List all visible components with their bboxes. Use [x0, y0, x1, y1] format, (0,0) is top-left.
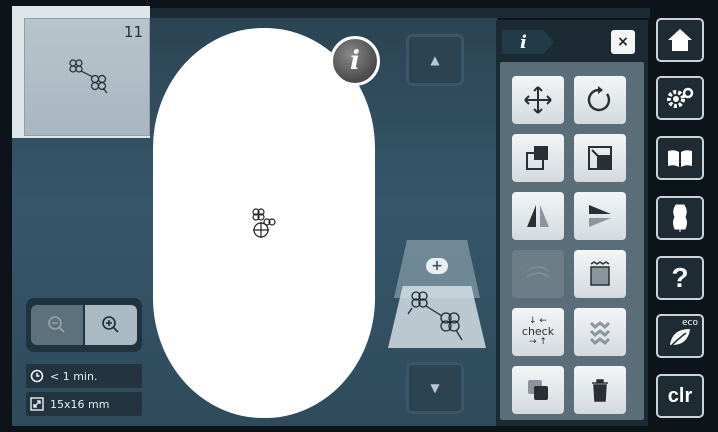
move-button[interactable]: [512, 76, 564, 124]
design-size: 15x16 mm: [50, 397, 110, 411]
scale-button[interactable]: [512, 134, 564, 182]
info-tab[interactable]: i: [502, 30, 554, 54]
scroll-up-button[interactable]: ▲: [406, 34, 464, 86]
mirror-horizontal-button[interactable]: [574, 192, 626, 240]
design-thumbnail-panel[interactable]: 11: [12, 6, 150, 138]
add-layer-icon[interactable]: +: [426, 258, 448, 274]
resize-icon: [588, 146, 612, 170]
check-button[interactable]: ↓ ← check → ↑: [512, 308, 564, 356]
eco-button[interactable]: eco: [656, 314, 704, 358]
resize-arrow-icon: [30, 397, 44, 411]
stack-button[interactable]: [574, 308, 626, 356]
clear-icon: clr: [667, 384, 693, 407]
zoom-out-button[interactable]: [31, 305, 83, 345]
sewing-consultant-button[interactable]: [656, 196, 704, 240]
info-button[interactable]: i: [330, 36, 380, 86]
scale-proportional-icon: [526, 146, 548, 170]
embroidery-hoop-area[interactable]: [153, 28, 375, 418]
stitch-time: < 1 min.: [50, 369, 98, 383]
zoom-in-button[interactable]: [85, 305, 137, 345]
mirror-horizontal-icon: [589, 205, 611, 227]
close-button[interactable]: ×: [611, 30, 635, 54]
move-icon: [524, 86, 552, 114]
settings-icon: [667, 87, 694, 108]
dress-form-icon: [673, 204, 687, 232]
clear-button[interactable]: clr: [656, 374, 704, 418]
fill-pattern-button[interactable]: [574, 250, 626, 298]
zoom-out-icon: [48, 316, 65, 333]
layer-selector[interactable]: +: [388, 240, 486, 352]
trash-icon: [592, 379, 608, 402]
tool-grid: ↓ ← check → ↑: [500, 62, 644, 420]
stitch-time-display: < 1 min.: [26, 364, 142, 388]
top-strip: [150, 8, 650, 18]
mirror-vertical-button[interactable]: [512, 192, 564, 240]
rotate-button[interactable]: [574, 76, 626, 124]
settings-button[interactable]: [656, 76, 704, 120]
eco-label: eco: [682, 318, 698, 328]
stitch-type-icon: [526, 266, 550, 278]
layer-motif-icon: [407, 291, 463, 341]
book-icon: [668, 150, 692, 167]
home-button[interactable]: [656, 18, 704, 62]
zoom-in-icon: [102, 316, 119, 333]
duplicate-button[interactable]: [512, 366, 564, 414]
check-arrows-bottom-icon: → ↑: [529, 337, 547, 347]
embroidery-screen: 11 i ▲ ▼ + < 1 min. 15x16 mm i × ↓ ← che…: [0, 0, 718, 432]
tutorial-button[interactable]: [656, 136, 704, 180]
design-number: 11: [123, 23, 143, 41]
duplicate-icon: [528, 380, 548, 400]
scroll-down-button[interactable]: ▼: [406, 362, 464, 414]
design-motif-icon: [69, 59, 108, 94]
resize-button[interactable]: [574, 134, 626, 182]
mirror-vertical-icon: [527, 205, 549, 227]
arrow-up-icon: ▲: [430, 53, 440, 67]
design-placement-icon[interactable]: [247, 206, 279, 242]
stitch-type-button[interactable]: [512, 250, 564, 298]
rotate-icon: [587, 86, 611, 112]
help-icon: ?: [671, 262, 689, 293]
design-size-display: 15x16 mm: [26, 392, 142, 416]
clock-icon: [30, 369, 44, 383]
home-icon: [668, 29, 692, 51]
design-thumbnail[interactable]: 11: [24, 18, 150, 136]
arrow-down-icon: ▼: [430, 381, 440, 395]
delete-button[interactable]: [574, 366, 626, 414]
fill-pattern-icon: [590, 261, 610, 286]
stack-icon: [589, 321, 611, 346]
zoom-controls: [26, 298, 142, 352]
help-button[interactable]: ?: [656, 256, 704, 300]
